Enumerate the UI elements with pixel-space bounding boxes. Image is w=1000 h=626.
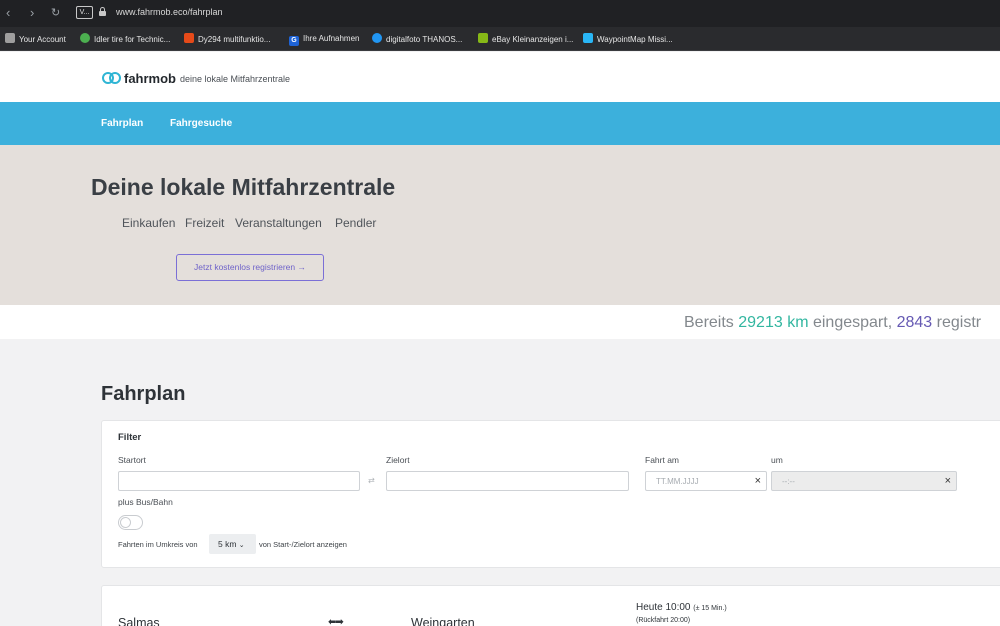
- savings-banner: Bereits 29213 km eingespart, 2843 regist…: [0, 305, 1000, 339]
- time-label: um: [771, 455, 783, 465]
- logo-icon[interactable]: [102, 72, 121, 85]
- ride-time: Heute 10:00 (± 15 Min.): [636, 602, 727, 613]
- bookmark-item[interactable]: WaypointMap Missi...: [583, 33, 673, 45]
- toggle-knob: [120, 517, 131, 528]
- ride-origin: Salmas: [118, 616, 160, 626]
- hero-category: Pendler: [335, 216, 377, 230]
- destination-input[interactable]: [386, 471, 629, 491]
- filter-heading: Filter: [118, 432, 142, 443]
- shop-icon: [184, 33, 194, 43]
- register-button[interactable]: Jetzt kostenlos registrieren →: [176, 254, 324, 281]
- bookmark-item[interactable]: digitalfoto THANOS...: [372, 33, 462, 45]
- savings-text: Bereits 29213 km eingespart, 2843 regist…: [684, 314, 982, 331]
- bookmark-item[interactable]: Idler tire for Technic...: [80, 33, 170, 45]
- date-label: Fahrt am: [645, 455, 680, 465]
- hero-category: Einkaufen: [122, 216, 176, 230]
- browser-toolbar: ‹ › ↻ V... www.fahrmob.eco/fahrplan: [0, 0, 1000, 27]
- trash-icon: [5, 33, 15, 43]
- bookmark-item[interactable]: Your Account: [5, 33, 66, 45]
- bus-toggle[interactable]: [118, 515, 143, 530]
- radius-select[interactable]: 5 km ⌄: [209, 534, 256, 554]
- bookmark-item[interactable]: Dy294 multifunktio...: [184, 33, 270, 45]
- brand-name[interactable]: fahrmob: [124, 71, 176, 86]
- time-tolerance: (± 15 Min.): [693, 605, 727, 612]
- bookmark-item[interactable]: eBay Kleinanzeigen i...: [478, 33, 573, 45]
- nav-fahrgesuche[interactable]: Fahrgesuche: [170, 118, 232, 129]
- start-input[interactable]: [118, 471, 360, 491]
- swap-icon[interactable]: ⇄: [368, 476, 375, 485]
- radius-suffix: von Start-/Zielort anzeigen: [259, 540, 347, 549]
- forward-icon[interactable]: ›: [30, 5, 34, 21]
- time-input[interactable]: --:-- ×: [771, 471, 957, 491]
- date-input[interactable]: TT.MM.JJJJ ×: [645, 471, 767, 491]
- start-label: Startort: [118, 455, 146, 465]
- user-count: 2843: [896, 314, 933, 331]
- page-title: Fahrplan: [101, 383, 186, 405]
- back-icon[interactable]: ‹: [6, 5, 10, 21]
- ride-card[interactable]: [101, 585, 1000, 626]
- bookmark-item[interactable]: G Ihre Aufnahmen: [289, 33, 359, 46]
- brand-tagline: deine lokale Mitfahrzentrale: [180, 74, 291, 84]
- google-icon: G: [289, 36, 299, 46]
- clear-time-icon[interactable]: ×: [945, 474, 951, 488]
- time-placeholder: --:--: [782, 477, 795, 486]
- tire-icon: [80, 33, 90, 43]
- extension-badge[interactable]: V...: [76, 6, 93, 19]
- main-nav: [0, 102, 1000, 145]
- address-bar[interactable]: www.fahrmob.eco/fahrplan: [116, 7, 223, 17]
- nav-fahrplan[interactable]: Fahrplan: [101, 118, 143, 129]
- km-saved: 29213 km: [738, 314, 809, 331]
- destination-label: Zielort: [386, 455, 410, 465]
- chevron-down-icon: ⌄: [238, 542, 245, 549]
- map-icon: [583, 33, 593, 43]
- bookmarks-bar: Your Account Idler tire for Technic... D…: [0, 27, 1000, 51]
- ride-return-time: (Rückfahrt 20:00): [636, 617, 691, 624]
- lock-icon: [99, 7, 106, 16]
- hero-title: Deine lokale Mitfahrzentrale: [91, 174, 396, 200]
- tag-icon: [478, 33, 488, 43]
- refresh-icon: [372, 33, 382, 43]
- reload-icon[interactable]: ↻: [51, 5, 60, 21]
- hero-category: Veranstaltungen: [235, 216, 322, 230]
- radius-prefix: Fahrten im Umkreis von: [118, 540, 198, 549]
- bus-label: plus Bus/Bahn: [118, 497, 173, 507]
- ride-destination: Weingarten: [411, 616, 475, 626]
- hero-category: Freizeit: [185, 216, 225, 230]
- clear-date-icon[interactable]: ×: [755, 474, 761, 488]
- date-placeholder: TT.MM.JJJJ: [656, 477, 699, 486]
- round-trip-icon: ⬅➡: [328, 617, 344, 626]
